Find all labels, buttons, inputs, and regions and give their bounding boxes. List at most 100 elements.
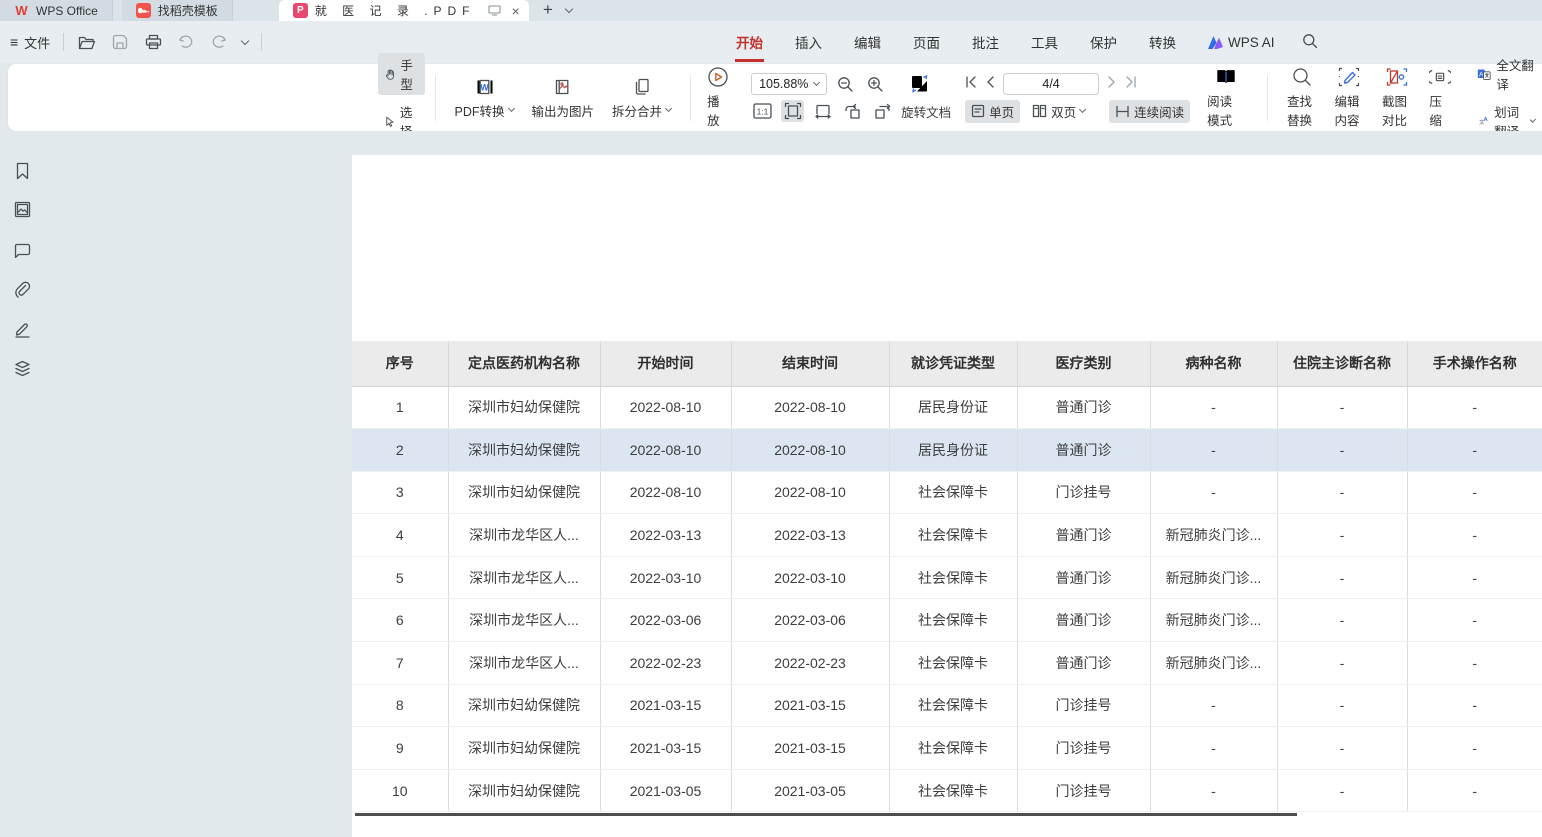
table-cell: 新冠肺炎门诊... [1150,556,1277,599]
undo-icon[interactable] [176,32,196,52]
document-viewport[interactable]: 序号定点医药机构名称开始时间结束时间就诊凭证类型医疗类别病种名称住院主诊断名称手… [44,131,1542,837]
file-menu-button[interactable]: ≡ 文件 [10,33,50,52]
hand-icon [385,67,395,82]
bookmark-icon[interactable] [13,161,32,180]
divider [63,33,64,51]
actual-size-icon[interactable]: 1:1 [751,100,774,122]
print-icon[interactable] [143,32,163,52]
chevron-down-icon [1079,106,1086,113]
table-cell: 6 [352,599,448,642]
tab-window-icon[interactable] [488,5,501,16]
tab-docer-templates[interactable]: ๛ 找稻壳模板 [122,0,233,21]
screenshot-compare-button[interactable]: 截图对比 [1373,64,1420,131]
chevron-down-icon [507,105,514,112]
play-icon [707,66,729,88]
save-icon[interactable] [110,32,130,52]
table-cell: 2022-08-10 [731,386,889,429]
single-page-toggle[interactable]: 单页 [965,100,1020,123]
menu-tab-comment[interactable]: 批注 [971,28,1000,56]
tab-wps-office[interactable]: W WPS Office [0,0,113,21]
table-cell: 2022-03-06 [600,599,731,642]
menu-tab-convert[interactable]: 转换 [1148,28,1177,56]
wps-logo-icon: W [14,3,29,18]
table-cell: 2022-08-10 [600,386,731,429]
edit-content-button[interactable]: 编辑内容 [1326,64,1373,131]
fit-width-icon[interactable] [781,100,804,122]
continuous-read-toggle[interactable]: 连续阅读 [1109,100,1190,123]
zoom-level-select[interactable]: 105.88% [751,73,827,95]
double-page-icon [1032,104,1047,118]
menu-tab-insert[interactable]: 插入 [794,28,823,56]
table-cell: 2021-03-05 [600,769,731,812]
first-page-icon[interactable] [965,76,977,91]
read-mode-button[interactable]: 阅读模式 [1198,64,1253,131]
pdf-convert-button[interactable]: W PDF转换 [446,74,523,122]
table-row: 3深圳市妇幼保健院2022-08-102022-08-10社会保障卡门诊挂号--… [352,471,1542,514]
table-cell: - [1407,599,1542,642]
thumbnail-icon[interactable] [13,200,32,219]
tab-close-icon[interactable]: × [511,3,519,19]
tab-medical-record-pdf[interactable]: P 就 医 记 录 .PDF × [279,0,529,21]
split-merge-button[interactable]: 拆分合并 [603,74,680,122]
menu-tab-wps-ai[interactable]: WPS AI [1207,31,1276,54]
rotate-document-label[interactable]: 旋转文档 [901,102,951,121]
menu-tab-edit[interactable]: 编辑 [853,28,882,56]
redo-icon[interactable] [209,32,229,52]
export-as-image-button[interactable]: 输出为图片 [523,74,604,122]
menu-tab-tools[interactable]: 工具 [1030,28,1059,56]
double-page-toggle[interactable]: 双页 [1026,100,1091,123]
table-bottom-rule [355,813,1297,816]
table-cell: - [1277,727,1407,770]
attachment-icon[interactable] [13,280,32,299]
fit-page-icon[interactable] [811,100,834,122]
compress-button[interactable]: 压缩 [1420,64,1460,131]
last-page-icon[interactable] [1125,76,1137,91]
comment-icon[interactable] [13,241,32,260]
play-button[interactable]: 播放 [701,66,735,129]
signature-icon[interactable] [13,320,32,339]
chevron-down-icon [1530,116,1536,122]
zoom-out-icon[interactable] [834,73,857,95]
table-header-cell: 开始时间 [600,341,731,386]
next-page-icon[interactable] [1108,76,1116,91]
menu-tab-page[interactable]: 页面 [912,28,941,56]
rotate-left-icon[interactable] [841,100,864,122]
table-cell: 2022-03-13 [731,514,889,557]
table-cell: 普通门诊 [1017,429,1150,472]
table-cell: 居民身份证 [889,386,1017,429]
table-cell: 深圳市妇幼保健院 [448,769,600,812]
hand-tool-button[interactable]: 手型 [378,53,425,95]
menu-tab-home[interactable]: 开始 [735,28,764,56]
zoom-in-icon[interactable] [864,73,887,95]
quickbar-chevron-icon[interactable] [241,36,249,44]
find-replace-button[interactable]: 查找替换 [1278,64,1325,131]
open-file-icon[interactable] [77,32,97,52]
table-cell: 1 [352,386,448,429]
table-cell: - [1150,684,1277,727]
chevron-down-icon [813,79,820,86]
table-cell: 2021-03-05 [731,769,889,812]
full-text-translate-button[interactable]: A 全文翻译 [1470,53,1542,95]
table-cell: 7 [352,642,448,685]
menu-tab-protect[interactable]: 保护 [1089,28,1118,56]
table-cell: 深圳市龙华区人... [448,514,600,557]
previous-page-icon[interactable] [986,76,994,91]
layers-icon[interactable] [13,359,32,378]
table-cell: - [1277,471,1407,514]
single-page-icon [971,104,985,118]
menu-search-icon[interactable] [1302,33,1318,52]
play-label: 播放 [707,91,729,129]
table-cell: - [1277,429,1407,472]
split-merge-icon [631,76,653,98]
tab-list-chevron-icon[interactable] [565,5,573,13]
table-cell: - [1150,471,1277,514]
table-cell: 9 [352,727,448,770]
table-cell: 门诊挂号 [1017,769,1150,812]
table-cell: 新冠肺炎门诊... [1150,599,1277,642]
table-row: 4深圳市龙华区人...2022-03-132022-03-13社会保障卡普通门诊… [352,514,1542,557]
table-cell: - [1277,556,1407,599]
file-menu-label: 文件 [24,33,50,52]
new-tab-button[interactable]: + [543,0,553,21]
page-number-input[interactable]: 4/4 [1003,73,1099,95]
rotate-right-icon[interactable] [871,100,894,122]
